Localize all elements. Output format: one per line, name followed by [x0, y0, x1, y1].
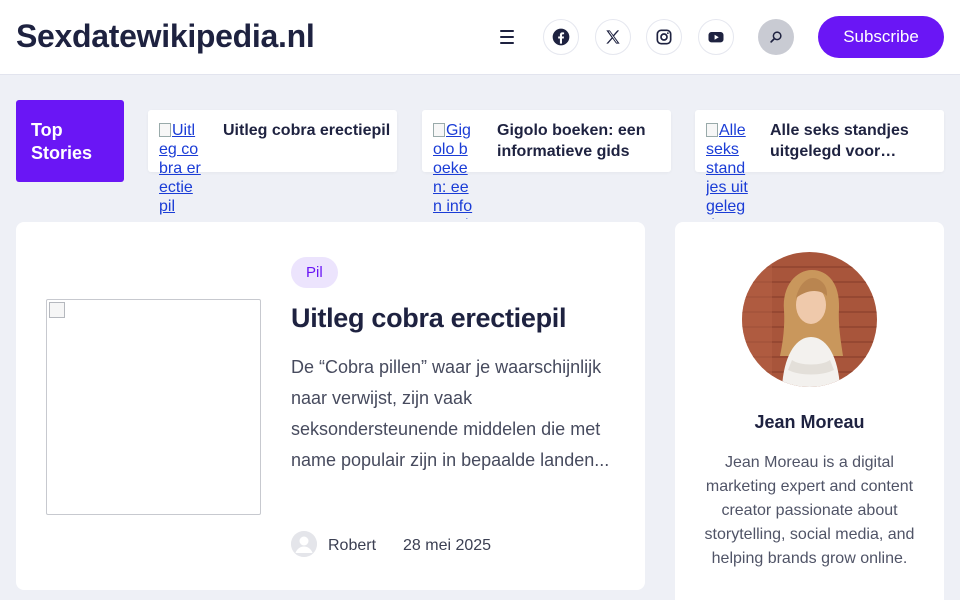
post-image-broken[interactable] [46, 299, 261, 515]
top-story-card[interactable]: Alle seks standjes uitgelegd voor Alle s… [695, 110, 944, 219]
top-story-card[interactable]: Uitleg cobra erectiepil Uitleg cobra ere… [148, 110, 397, 215]
author-bio: Jean Moreau is a digital marketing exper… [704, 454, 915, 567]
subscribe-button[interactable]: Subscribe [818, 16, 944, 58]
youtube-icon[interactable] [698, 19, 734, 55]
author-name[interactable]: Jean Moreau [675, 412, 944, 433]
instagram-icon[interactable] [646, 19, 682, 55]
story-title[interactable]: Uitleg cobra erectiepil [223, 120, 393, 141]
post-excerpt: De “Cobra pillen” waar je waarschijnlijk… [291, 357, 610, 470]
post-date: 28 mei 2025 [403, 537, 492, 554]
x-icon[interactable] [595, 19, 631, 55]
story-image-broken[interactable]: Gigolo boeken: een informatieve gids [433, 121, 475, 219]
search-icon[interactable] [758, 19, 794, 55]
featured-post-card: Pil Uitleg cobra erectiepil De “Cobra pi… [16, 222, 645, 590]
post-author[interactable]: Robert [328, 537, 376, 555]
post-title[interactable]: Uitleg cobra erectiepil [291, 303, 567, 334]
profile-photo [742, 252, 877, 387]
site-header: Sexdatewikipedia.nl Subscribe [0, 0, 960, 75]
facebook-icon[interactable] [543, 19, 579, 55]
story-title[interactable]: Gigolo boeken: een informatieve gids [497, 120, 667, 162]
top-stories-label: Top Stories [16, 100, 124, 182]
category-tag[interactable]: Pil [291, 257, 338, 288]
story-title[interactable]: Alle seks standjes uitgelegd voor… [770, 120, 940, 162]
story-image-broken[interactable]: Uitleg cobra erectiepil [159, 121, 201, 219]
menu-icon[interactable] [494, 24, 520, 50]
site-logo[interactable]: Sexdatewikipedia.nl [16, 18, 315, 55]
top-story-card[interactable]: Gigolo boeken: een informatieve gids Gig… [422, 110, 671, 219]
author-avatar [291, 531, 317, 557]
author-widget: Jean Moreau Jean Moreau is a digital mar… [675, 222, 944, 600]
story-image-broken[interactable]: Alle seks standjes uitgelegd voor [706, 121, 748, 219]
